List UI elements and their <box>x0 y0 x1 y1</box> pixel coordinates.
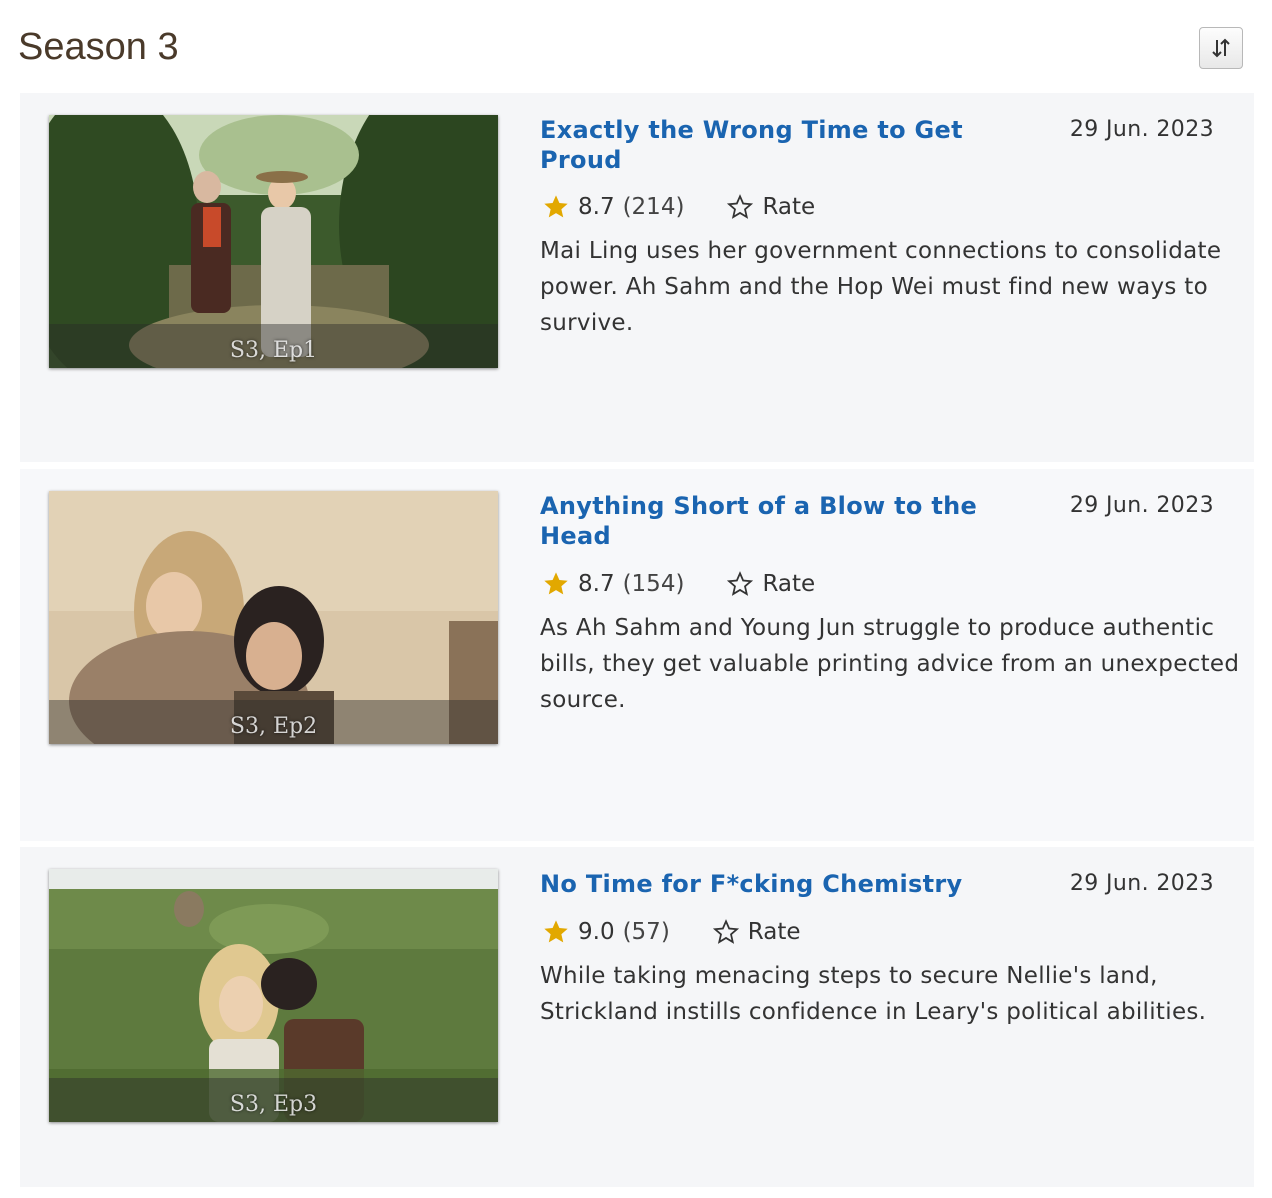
rate-label: Rate <box>762 571 816 597</box>
episode-card: S3, Ep2 Anything Short of a Blow to the … <box>20 469 1254 841</box>
episode-number-label: S3, Ep1 <box>229 338 318 363</box>
rating-count: (57) <box>622 919 670 945</box>
episode-card: S3, Ep1 Exactly the Wrong Time to Get Pr… <box>20 93 1254 462</box>
episode-number-label: S3, Ep2 <box>229 714 318 739</box>
star-outline-icon <box>712 919 739 944</box>
episode-title-link[interactable]: No Time for F*cking Chemistry <box>540 869 1020 899</box>
episode-air-date: 29 Jun. 2023 <box>1069 493 1214 518</box>
rating-value: 8.7 <box>578 194 615 220</box>
episode-thumbnail[interactable]: S3, Ep2 <box>49 491 498 744</box>
episode-card: S3, Ep3 No Time for F*cking Chemistry 29… <box>20 847 1254 1187</box>
rate-label: Rate <box>762 194 816 220</box>
rate-button[interactable]: Rate <box>726 193 815 221</box>
rate-button[interactable]: Rate <box>712 918 801 946</box>
episode-thumbnail[interactable]: S3, Ep3 <box>49 869 498 1122</box>
episode-air-date: 29 Jun. 2023 <box>1069 871 1214 896</box>
episode-title-link[interactable]: Exactly the Wrong Time to Get Proud <box>540 115 1020 175</box>
episode-description: While taking menacing steps to secure Ne… <box>540 963 1207 1025</box>
rating-value: 8.7 <box>578 571 615 597</box>
rating-row: 9.0 (57) Rate <box>542 916 801 948</box>
rating-row: 8.7 (154) Rate <box>542 568 815 600</box>
episode-number-label: S3, Ep3 <box>229 1092 318 1117</box>
episode-description: As Ah Sahm and Young Jun struggle to pro… <box>540 615 1240 713</box>
rating-row: 8.7 (214) Rate <box>542 191 815 223</box>
star-outline-icon <box>727 571 754 596</box>
star-filled-icon <box>544 572 568 595</box>
rate-label: Rate <box>747 919 801 945</box>
episode-description: Mai Ling uses her government connections… <box>540 238 1222 336</box>
episode-air-date: 29 Jun. 2023 <box>1069 117 1214 142</box>
rating-value: 9.0 <box>578 919 615 945</box>
episode-thumbnail[interactable]: S3, Ep1 <box>49 115 498 368</box>
rating-count: (214) <box>622 194 685 220</box>
season-title: Season 3 <box>18 26 179 68</box>
star-filled-icon <box>544 920 568 943</box>
sort-arrows-icon <box>1212 38 1230 58</box>
star-filled-icon <box>544 195 568 218</box>
star-outline-icon <box>727 194 754 219</box>
episode-title-link[interactable]: Anything Short of a Blow to the Head <box>540 491 1020 551</box>
rating-count: (154) <box>622 571 685 597</box>
sort-button[interactable] <box>1199 27 1243 69</box>
rate-button[interactable]: Rate <box>726 570 815 598</box>
